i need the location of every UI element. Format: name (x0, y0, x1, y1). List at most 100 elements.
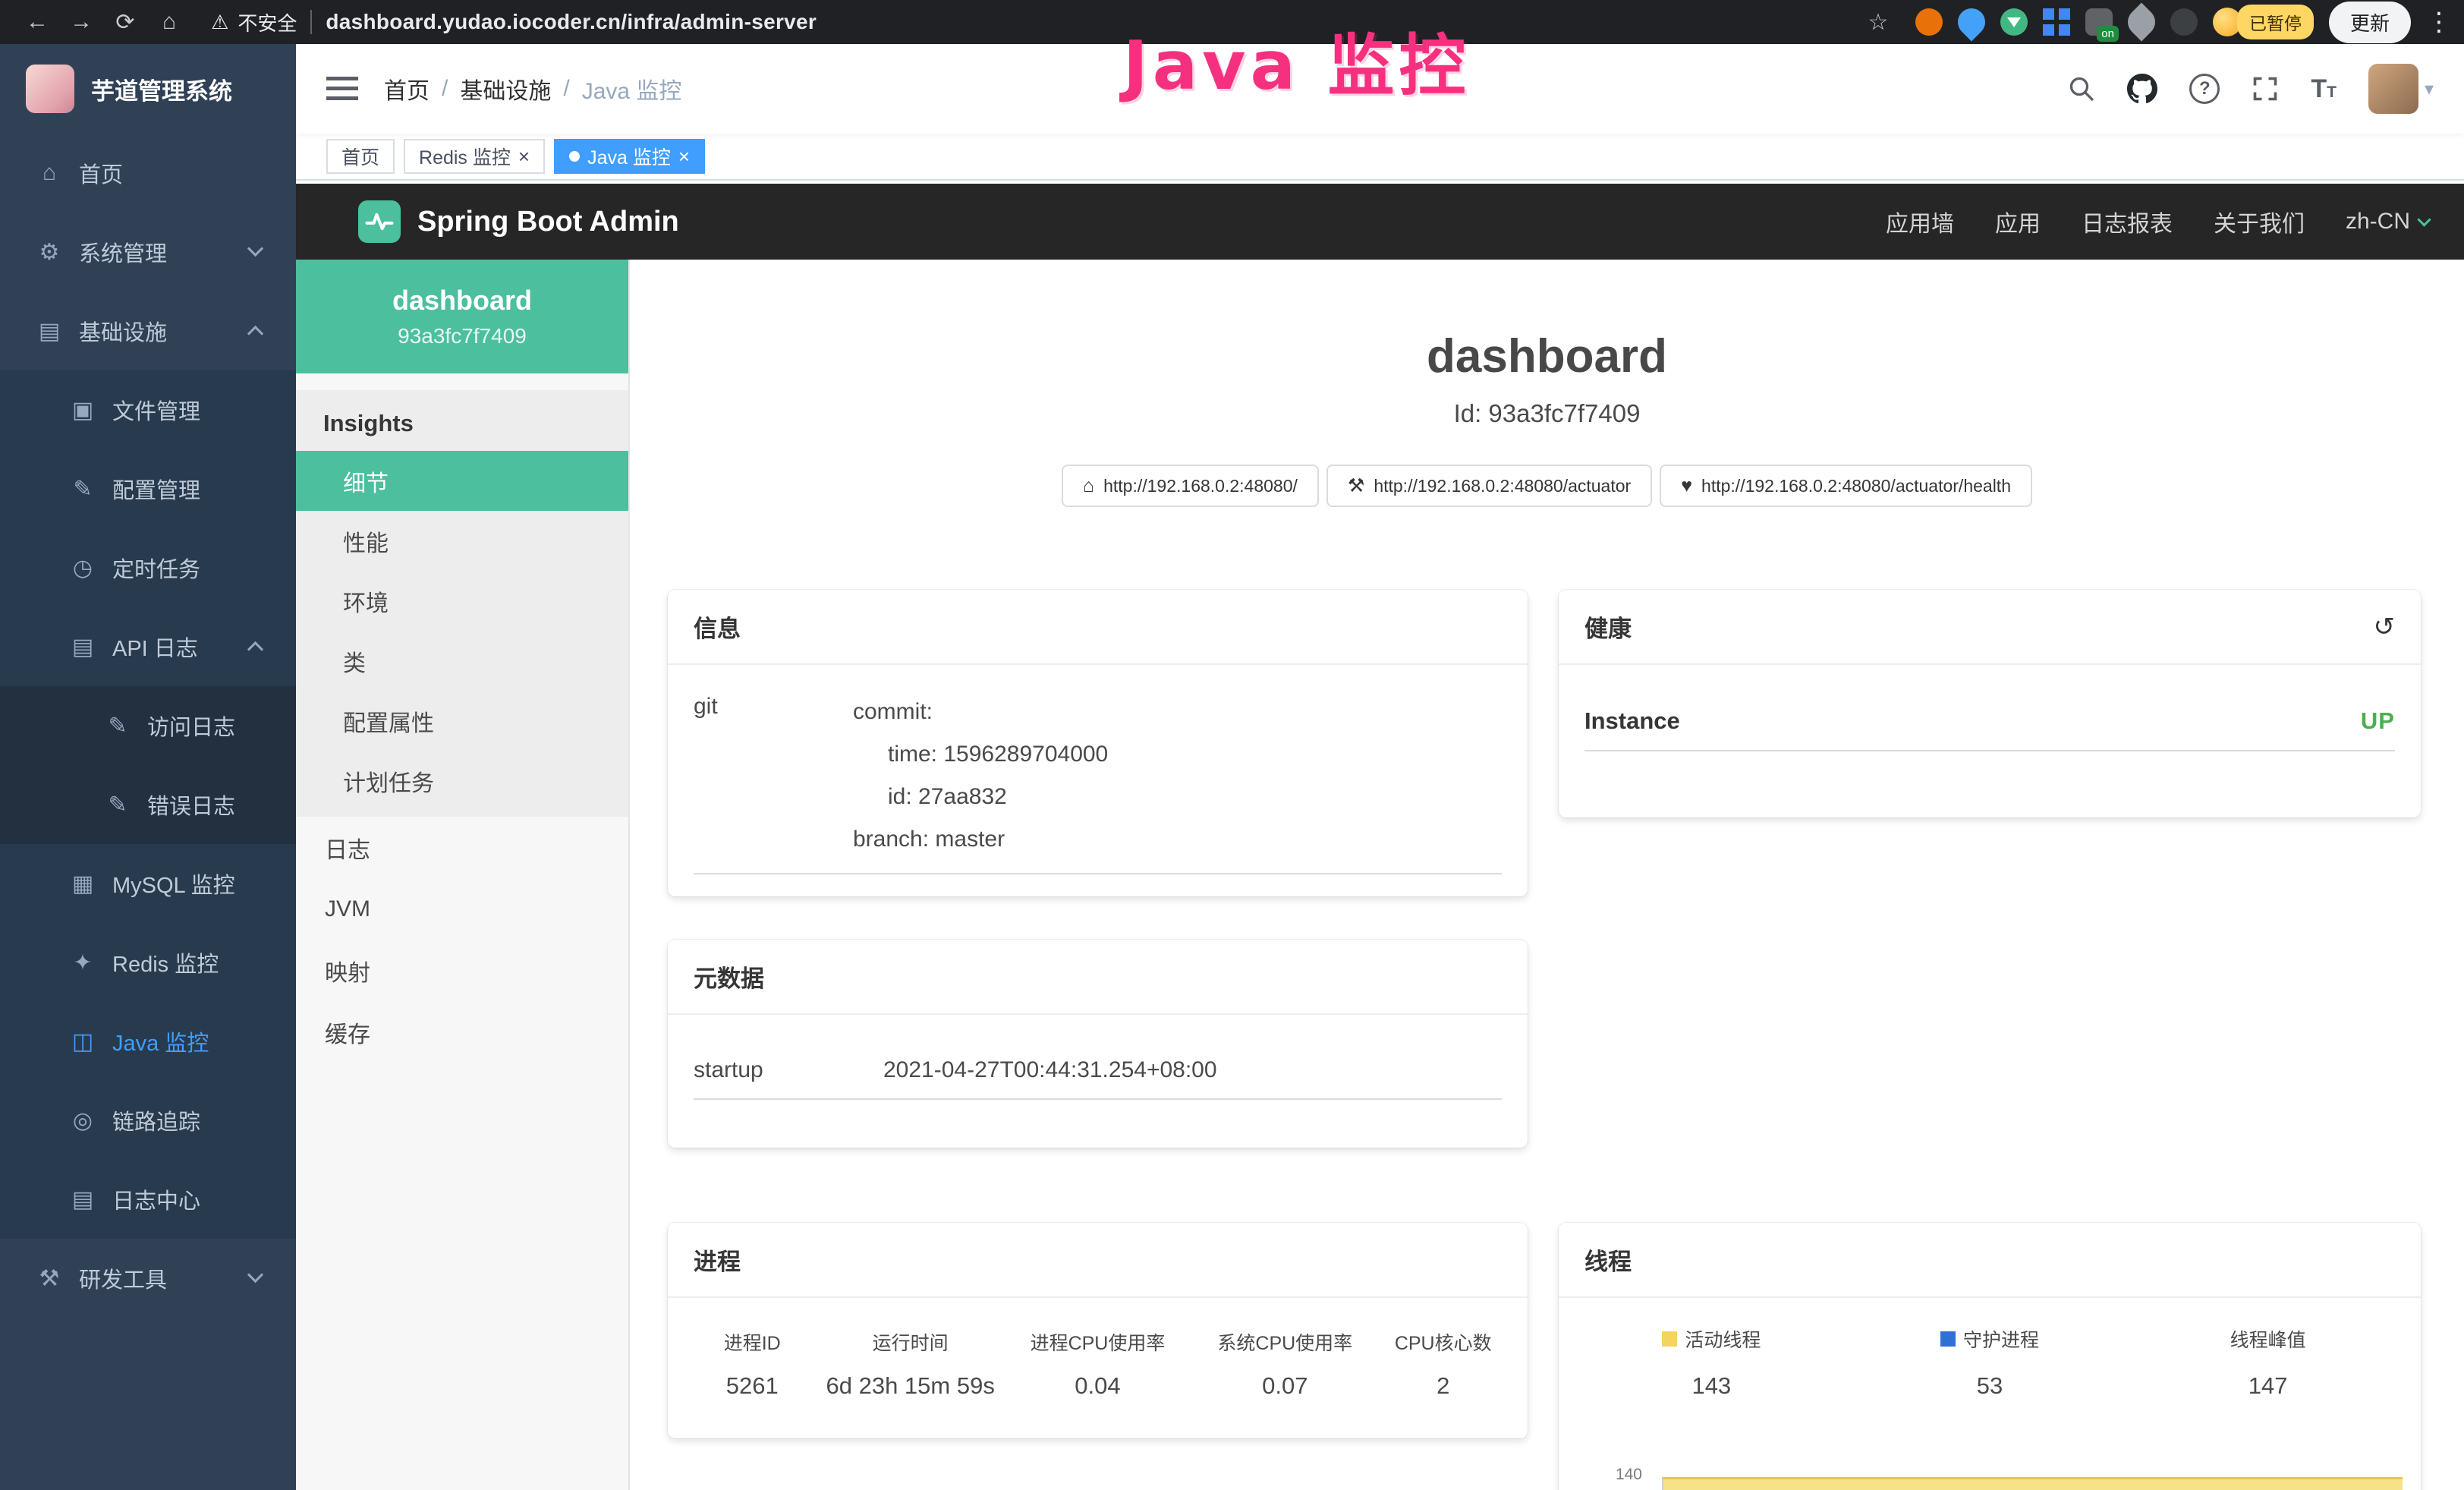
health-card-title: 健康 (1584, 610, 1632, 644)
sidebar-item-dev-tools[interactable]: ⚒ 研发工具 (0, 1239, 296, 1318)
sidebar-item-cron-jobs[interactable]: ◷ 定时任务 (0, 528, 296, 607)
sidebar-item-label: 链路追踪 (112, 1104, 200, 1136)
sba-nav-wallboard[interactable]: 应用墙 (1886, 205, 1954, 238)
sidebar-item-config-mgmt[interactable]: ✎ 配置管理 (0, 449, 296, 528)
extension-icon-1[interactable] (1915, 8, 1943, 36)
close-icon[interactable]: × (518, 146, 530, 166)
sidebar-item-api-logs[interactable]: ▤ API 日志 (0, 607, 296, 686)
legend-peak-threads: 线程峰值 (2129, 1325, 2407, 1353)
help-icon[interactable]: ? (2189, 74, 2220, 104)
chevron-up-icon (247, 641, 263, 657)
sidebar-item-mysql-monitor[interactable]: ▦ MySQL 监控 (0, 844, 296, 923)
extension-icon-6[interactable] (2123, 3, 2161, 42)
sidebar-item-java-monitor[interactable]: ◫ Java 监控 (0, 1002, 296, 1081)
insights-item-scheduled-tasks[interactable]: 计划任务 (296, 751, 628, 811)
sba-nav-applications[interactable]: 应用 (1995, 205, 2041, 238)
back-icon[interactable]: ← (15, 9, 59, 35)
extension-icon-2[interactable] (1953, 3, 1991, 42)
update-button[interactable]: 更新 (2329, 2, 2411, 43)
instance-sidebar: dashboard 93a3fc7f7409 Insights 细节 性能 环境… (296, 260, 630, 1490)
insights-item-metrics[interactable]: 性能 (296, 511, 628, 571)
instance-menu-jvm[interactable]: JVM (296, 878, 628, 940)
actuator-url-button[interactable]: ⚒ http://192.168.0.2:48080/actuator (1326, 465, 1652, 507)
sidebar-item-infra[interactable]: ▤ 基础设施 (0, 291, 296, 370)
extension-icon-3[interactable] (2000, 8, 2028, 36)
error-log-icon: ✎ (100, 792, 135, 818)
insights-item-config-props[interactable]: 配置属性 (296, 691, 628, 751)
fullscreen-icon[interactable] (2252, 75, 2279, 102)
health-url-button[interactable]: ♥ http://192.168.0.2:48080/actuator/heal… (1660, 465, 2032, 507)
locale-select[interactable]: zh-CN (2346, 209, 2429, 235)
sba-brand[interactable]: Spring Boot Admin (417, 206, 679, 238)
page-subtitle: Id: 93a3fc7f7409 (630, 399, 2464, 428)
instance-header[interactable]: dashboard 93a3fc7f7409 (296, 260, 628, 373)
home-toolbar-icon[interactable]: ⌂ (147, 9, 191, 35)
sidebar-item-system[interactable]: ⚙ 系统管理 (0, 213, 296, 291)
sba-nav-about[interactable]: 关于我们 (2214, 205, 2305, 238)
sidebar-item-label: 基础设施 (79, 315, 167, 347)
tab-java-monitor[interactable]: Java 监控 × (554, 139, 705, 174)
app-logo (26, 65, 74, 113)
info-key: git (694, 691, 853, 861)
process-card: 进程 进程ID 运行时间 进程CPU使用率 系统CPU使用率 CPU核心数 52… (668, 1223, 1528, 1438)
instance-menu-caches[interactable]: 缓存 (296, 1001, 628, 1063)
tools-icon: ⚒ (32, 1265, 67, 1292)
url-text[interactable]: dashboard.yudao.iocoder.cn/infra/admin-s… (326, 10, 817, 34)
github-icon[interactable] (2127, 74, 2157, 104)
browser-menu-icon[interactable]: ⋮ (2426, 7, 2449, 37)
infrastructure-icon: ▤ (32, 318, 67, 345)
sidebar-item-file-mgmt[interactable]: ▣ 文件管理 (0, 370, 296, 449)
sidebar-item-label: 访问日志 (147, 710, 235, 742)
insights-label: Insights (296, 390, 628, 451)
security-warning-icon: ⚠ (211, 11, 228, 34)
threads-values: 143 53 147 (1572, 1372, 2407, 1400)
sba-nav-journal[interactable]: 日志报表 (2082, 205, 2173, 238)
profile-chip[interactable]: 已暂停 (2213, 5, 2314, 39)
font-size-icon[interactable]: TT (2311, 74, 2337, 104)
sidebar-item-tracing[interactable]: ◎ 链路追踪 (0, 1081, 296, 1160)
insights-item-environment[interactable]: 环境 (296, 571, 628, 631)
sidebar-item-home[interactable]: ⌂ 首页 (0, 134, 296, 213)
on-badge: on (2097, 26, 2119, 42)
address-bar[interactable]: ⚠ 不安全 dashboard.yudao.iocoder.cn/infra/a… (211, 8, 1856, 36)
breadcrumb: 首页 / 基础设施 / Java 监控 (384, 72, 681, 106)
close-icon[interactable]: × (678, 146, 690, 166)
tab-redis-monitor[interactable]: Redis 监控 × (404, 139, 545, 174)
sba-nav: 应用墙 应用 日志报表 关于我们 zh-CN (1886, 205, 2429, 238)
sidebar-item-label: 文件管理 (112, 394, 200, 426)
reload-icon[interactable]: ⟳ (103, 9, 147, 36)
tab-home[interactable]: 首页 (326, 139, 395, 174)
hamburger-icon[interactable] (326, 75, 358, 102)
extension-icon-5[interactable]: on (2085, 8, 2113, 36)
legend-yellow-swatch (1662, 1331, 1677, 1347)
sidebar-item-label: 配置管理 (112, 473, 200, 505)
history-icon[interactable]: ↺ (2374, 612, 2396, 642)
instance-menu-mappings[interactable]: 映射 (296, 940, 628, 1001)
search-icon[interactable] (2068, 75, 2095, 102)
instance-id: 93a3fc7f7409 (398, 324, 527, 348)
instance-menu-logs[interactable]: 日志 (296, 817, 628, 878)
extension-icon-7[interactable] (2170, 8, 2198, 36)
sidebar-item-error-logs[interactable]: ✎ 错误日志 (0, 765, 296, 844)
process-headers: 进程ID 运行时间 进程CPU使用率 系统CPU使用率 CPU核心数 (681, 1328, 1514, 1356)
user-avatar[interactable]: ▾ (2368, 64, 2434, 114)
sidebar-item-access-logs[interactable]: ✎ 访问日志 (0, 686, 296, 765)
infra-submenu: ▣ 文件管理 ✎ 配置管理 ◷ 定时任务 ▤ API 日志 (0, 370, 296, 1239)
service-url-button[interactable]: ⌂ http://192.168.0.2:48080/ (1062, 465, 1319, 507)
app-logo-row[interactable]: 芋道管理系统 (0, 44, 296, 134)
sidebar-item-redis-monitor[interactable]: ✦ Redis 监控 (0, 923, 296, 1002)
insights-item-details[interactable]: 细节 (296, 451, 628, 511)
forward-icon[interactable]: → (59, 9, 103, 35)
insights-block: Insights 细节 性能 环境 类 配置属性 计划任务 (296, 390, 628, 817)
breadcrumb-infra[interactable]: 基础设施 (460, 72, 551, 106)
annotation-overlay: Java 监控 (1123, 12, 1471, 109)
sidebar-item-label: Java 监控 (112, 1025, 209, 1057)
breadcrumb-separator: / (563, 76, 569, 102)
health-card: 健康 ↺ Instance UP (1559, 590, 2421, 817)
breadcrumb-home[interactable]: 首页 (384, 72, 430, 106)
bookmark-star-icon[interactable]: ☆ (1856, 9, 1900, 36)
sba-logo-icon[interactable] (358, 200, 401, 243)
sidebar-item-log-center[interactable]: ▤ 日志中心 (0, 1160, 296, 1239)
insights-item-classes[interactable]: 类 (296, 631, 628, 691)
extension-icon-4[interactable] (2043, 8, 2070, 36)
